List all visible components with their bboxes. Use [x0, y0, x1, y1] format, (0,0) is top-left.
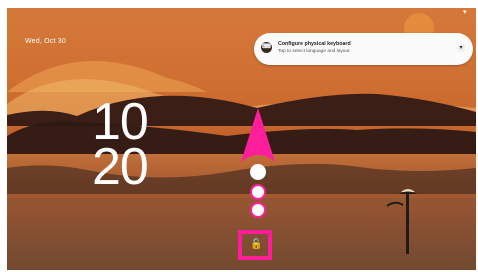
unlock-button[interactable]: 🔓 — [238, 230, 272, 260]
clock: 10 20 — [92, 96, 149, 196]
keyboard-icon: ⌨ — [261, 42, 272, 53]
clock-minute: 20 — [92, 138, 149, 196]
notification-text: Tap to select language and layout — [278, 49, 350, 54]
notification-card[interactable]: ⌨ Configure physical keyboard Tap to sel… — [254, 33, 473, 65]
unlock-icon: 🔓 — [250, 239, 263, 250]
date-label: Wed, Oct 30 — [25, 38, 66, 45]
wifi-icon: ▾ — [463, 9, 467, 16]
chevron-down-icon[interactable]: ▾ — [457, 44, 465, 52]
lockscreen: ▾ Wed, Oct 30 10 20 ⌨ Configure physical… — [7, 8, 476, 270]
notification-title: Configure physical keyboard — [278, 41, 351, 47]
